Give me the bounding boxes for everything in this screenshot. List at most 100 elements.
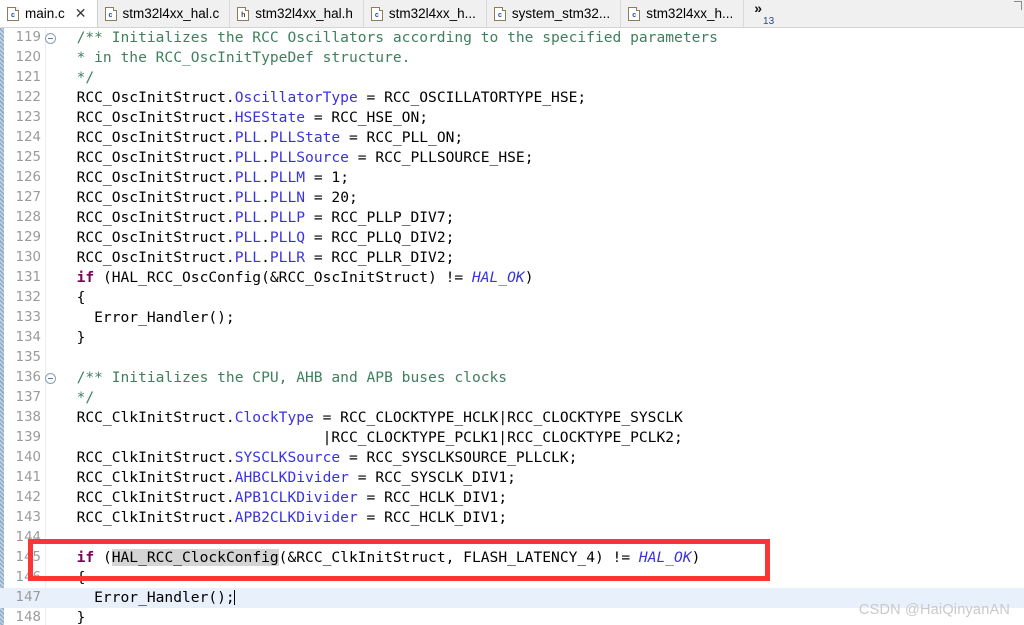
tab-overflow-count: 13 <box>763 16 775 27</box>
tab-label: stm32l4xx_h... <box>388 5 476 21</box>
line-number: 131 <box>15 270 41 285</box>
line-content: RCC_OscInitStruct.PLL.PLLN = 20; <box>59 189 358 206</box>
code-lines: 119 /** Initializes the RCC Oscillators … <box>0 28 1024 625</box>
code-line[interactable]: 143 RCC_ClkInitStruct.APB2CLKDivider = R… <box>0 508 1024 528</box>
line-content: /** Initializes the CPU, AHB and APB bus… <box>59 369 508 386</box>
code-line[interactable]: 137 */ <box>0 388 1024 408</box>
code-line[interactable]: 145 if (HAL_RCC_ClockConfig(&RCC_ClkInit… <box>0 548 1024 568</box>
line-number: 122 <box>15 90 41 105</box>
code-line[interactable]: 121 */ <box>0 68 1024 88</box>
line-number: 127 <box>15 190 41 205</box>
line-number: 147 <box>15 590 41 605</box>
line-content: { <box>59 569 86 586</box>
line-content: } <box>59 329 86 346</box>
code-line[interactable]: 139 |RCC_CLOCKTYPE_PCLK1|RCC_CLOCKTYPE_P… <box>0 428 1024 448</box>
close-icon[interactable]: ✕ <box>75 7 87 21</box>
code-editor[interactable]: 119 /** Initializes the RCC Oscillators … <box>0 28 1024 625</box>
line-number: 132 <box>15 290 41 305</box>
line-content: RCC_OscInitStruct.PLL.PLLState = RCC_PLL… <box>59 129 464 146</box>
c-file-icon: c <box>104 6 117 21</box>
line-number: 134 <box>15 330 41 345</box>
tab-label: main.c <box>25 5 65 21</box>
line-number: 135 <box>15 350 41 365</box>
watermark-text: CSDN @HaiQinyanAN <box>858 602 1010 618</box>
line-number: 130 <box>15 250 41 265</box>
text-cursor <box>233 590 235 605</box>
code-line[interactable]: 144 <box>0 528 1024 548</box>
line-number: 119 <box>15 30 41 45</box>
line-number: 144 <box>15 530 41 545</box>
line-number: 123 <box>15 110 41 125</box>
tab-label: stm32l4xx_hal.c <box>122 5 220 21</box>
code-line[interactable]: 120 * in the RCC_OscInitTypeDef structur… <box>0 48 1024 68</box>
code-line[interactable]: 140 RCC_ClkInitStruct.SYSCLKSource = RCC… <box>0 448 1024 468</box>
c-file-icon: c <box>370 6 383 21</box>
line-content: Error_Handler(); <box>59 309 235 326</box>
c-file-icon: c <box>493 6 506 21</box>
tab-stm32l4xx-hal-c[interactable]: c stm32l4xx_hal.c <box>97 0 231 27</box>
line-content: RCC_OscInitStruct.PLL.PLLSource = RCC_PL… <box>59 149 534 166</box>
code-line[interactable]: 142 RCC_ClkInitStruct.APB1CLKDivider = R… <box>0 488 1024 508</box>
line-content: |RCC_CLOCKTYPE_PCLK1|RCC_CLOCKTYPE_PCLK2… <box>59 429 683 446</box>
line-content: Error_Handler(); <box>59 589 235 606</box>
tab-system-stm32[interactable]: c system_stm32... <box>486 0 622 27</box>
view-menu-icon[interactable] <box>1014 1 1022 10</box>
line-number: 126 <box>15 170 41 185</box>
tab-stm32l4xx-h-3[interactable]: c stm32l4xx_h... <box>363 0 487 27</box>
c-file-icon: c <box>7 6 19 21</box>
line-content: if (HAL_RCC_ClockConfig(&RCC_ClkInitStru… <box>76 549 701 566</box>
code-line[interactable]: 128 RCC_OscInitStruct.PLL.PLLP = RCC_PLL… <box>0 208 1024 228</box>
tab-main-c[interactable]: c main.c ✕ <box>0 0 98 27</box>
code-line[interactable]: 123 RCC_OscInitStruct.HSEState = RCC_HSE… <box>0 108 1024 128</box>
line-number: 121 <box>15 70 41 85</box>
code-line[interactable]: 132 { <box>0 288 1024 308</box>
line-number: 125 <box>15 150 41 165</box>
line-number: 128 <box>15 210 41 225</box>
code-line[interactable]: 135 <box>0 348 1024 368</box>
line-content: RCC_OscInitStruct.PLL.PLLP = RCC_PLLP_DI… <box>59 209 455 226</box>
code-line[interactable]: 119 /** Initializes the RCC Oscillators … <box>0 28 1024 48</box>
code-line[interactable]: 130 RCC_OscInitStruct.PLL.PLLR = RCC_PLL… <box>0 248 1024 268</box>
line-number: 142 <box>15 490 41 505</box>
line-number: 141 <box>15 470 41 485</box>
line-content: RCC_ClkInitStruct.AHBCLKDivider = RCC_SY… <box>59 469 516 486</box>
tab-stm32l4xx-hal-h[interactable]: h stm32l4xx_hal.h <box>230 0 364 27</box>
code-line[interactable]: 136 /** Initializes the CPU, AHB and APB… <box>0 368 1024 388</box>
line-content: RCC_OscInitStruct.OscillatorType = RCC_O… <box>59 89 587 106</box>
code-line[interactable]: 125 RCC_OscInitStruct.PLL.PLLSource = RC… <box>0 148 1024 168</box>
code-line[interactable]: 126 RCC_OscInitStruct.PLL.PLLM = 1; <box>0 168 1024 188</box>
line-content: RCC_OscInitStruct.PLL.PLLR = RCC_PLLR_DI… <box>59 249 455 266</box>
line-content: RCC_ClkInitStruct.ClockType = RCC_CLOCKT… <box>59 409 683 426</box>
tab-label: stm32l4xx_hal.h <box>255 5 353 21</box>
code-line[interactable]: 131 if (HAL_RCC_OscConfig(&RCC_OscInitSt… <box>0 268 1024 288</box>
line-number: 120 <box>15 50 41 65</box>
tab-overflow-button[interactable]: » 13 <box>744 0 780 27</box>
code-line[interactable]: 127 RCC_OscInitStruct.PLL.PLLN = 20; <box>0 188 1024 208</box>
line-number: 133 <box>15 310 41 325</box>
line-number: 124 <box>15 130 41 145</box>
code-line[interactable]: 122 RCC_OscInitStruct.OscillatorType = R… <box>0 88 1024 108</box>
line-content: */ <box>59 389 95 406</box>
tab-label: stm32l4xx_h... <box>646 5 734 21</box>
fold-collapse-icon[interactable] <box>45 373 56 384</box>
code-line[interactable]: 134 } <box>0 328 1024 348</box>
c-file-icon: c <box>628 6 641 21</box>
code-line[interactable]: 138 RCC_ClkInitStruct.ClockType = RCC_CL… <box>0 408 1024 428</box>
tab-bar-filler <box>780 0 1024 27</box>
code-line[interactable]: 124 RCC_OscInitStruct.PLL.PLLState = RCC… <box>0 128 1024 148</box>
line-content: RCC_OscInitStruct.PLL.PLLQ = RCC_PLLQ_DI… <box>59 229 455 246</box>
code-line[interactable]: 129 RCC_OscInitStruct.PLL.PLLQ = RCC_PLL… <box>0 228 1024 248</box>
line-content: */ <box>59 69 95 86</box>
code-line[interactable]: 141 RCC_ClkInitStruct.AHBCLKDivider = RC… <box>0 468 1024 488</box>
line-content <box>59 528 68 548</box>
code-line[interactable]: 146 { <box>0 568 1024 588</box>
code-line[interactable]: 133 Error_Handler(); <box>0 308 1024 328</box>
chevron-double-right-icon: » <box>754 0 763 16</box>
fold-collapse-icon[interactable] <box>45 33 56 44</box>
line-content: RCC_ClkInitStruct.APB2CLKDivider = RCC_H… <box>59 509 508 526</box>
tab-stm32l4xx-h-5[interactable]: c stm32l4xx_h... <box>621 0 745 27</box>
line-number: 129 <box>15 230 41 245</box>
line-number: 138 <box>15 410 41 425</box>
line-content: { <box>59 289 86 306</box>
tab-label: system_stm32... <box>511 5 611 21</box>
